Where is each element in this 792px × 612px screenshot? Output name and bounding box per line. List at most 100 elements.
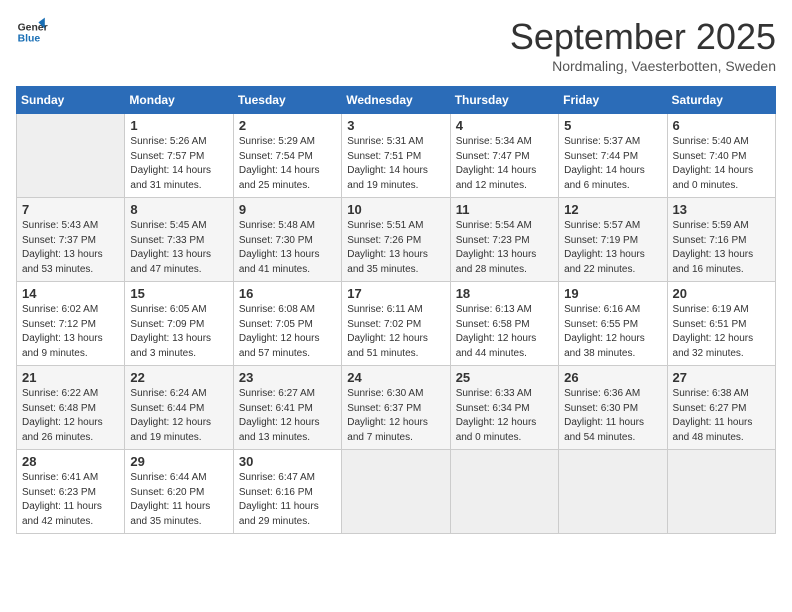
- day-number: 6: [673, 118, 770, 133]
- day-number: 17: [347, 286, 444, 301]
- weekday-header-tuesday: Tuesday: [233, 87, 341, 114]
- calendar-cell: 7 Sunrise: 5:43 AMSunset: 7:37 PMDaylight…: [17, 198, 125, 282]
- day-info: Sunrise: 5:54 AMSunset: 7:23 PMDaylight:…: [456, 219, 553, 277]
- calendar-cell: 29Sunrise: 6:44 AMSunset: 6:20 PMDayligh…: [125, 450, 233, 534]
- calendar-cell: 4Sunrise: 5:34 AMSunset: 7:47 PMDaylight…: [450, 114, 558, 198]
- logo-icon: General Blue: [16, 16, 48, 48]
- day-number: 26: [564, 370, 661, 385]
- day-number: 16: [239, 286, 336, 301]
- calendar-cell: 27Sunrise: 6:38 AMSunset: 6:27 PMDayligh…: [667, 366, 775, 450]
- day-number: 11: [456, 202, 553, 217]
- day-info: Sunrise: 6:27 AMSunset: 6:41 PMDaylight:…: [239, 387, 336, 445]
- day-info: Sunrise: 5:48 AMSunset: 7:30 PMDaylight:…: [239, 219, 336, 277]
- calendar-cell: [17, 114, 125, 198]
- day-number: 30: [239, 454, 336, 469]
- day-info: Sunrise: 5:59 AMSunset: 7:16 PMDaylight:…: [673, 219, 770, 277]
- day-info: Sunrise: 5:57 AMSunset: 7:19 PMDaylight:…: [564, 219, 661, 277]
- day-number: 7: [22, 202, 119, 217]
- calendar-cell: 28 Sunrise: 6:41 AMSunset: 6:23 PMDayligh…: [17, 450, 125, 534]
- day-number: 2: [239, 118, 336, 133]
- day-number: 15: [130, 286, 227, 301]
- day-number: 24: [347, 370, 444, 385]
- day-number: 8: [130, 202, 227, 217]
- weekday-header-monday: Monday: [125, 87, 233, 114]
- calendar-cell: 22 Sunrise: 6:24 AMSunset: 6:44 PMDayligh…: [125, 366, 233, 450]
- logo: General Blue: [16, 16, 48, 48]
- calendar-cell: 16 Sunrise: 6:08 AMSunset: 7:05 PMDayligh…: [233, 282, 341, 366]
- day-info: Sunrise: 5:29 AMSunset: 7:54 PMDaylight:…: [239, 135, 336, 193]
- calendar-cell: 9 Sunrise: 5:48 AMSunset: 7:30 PMDaylight…: [233, 198, 341, 282]
- calendar-cell: 25 Sunrise: 6:33 AMSunset: 6:34 PMDayligh…: [450, 366, 558, 450]
- calendar-table: SundayMondayTuesdayWednesdayThursdayFrid…: [16, 86, 776, 534]
- day-info: Sunrise: 5:43 AMSunset: 7:37 PMDaylight:…: [22, 219, 119, 277]
- calendar-cell: 1 Sunrise: 5:26 AMSunset: 7:57 PMDaylight…: [125, 114, 233, 198]
- svg-text:Blue: Blue: [18, 34, 41, 45]
- calendar-cell: 21 Sunrise: 6:22 AMSunset: 6:48 PMDayligh…: [17, 366, 125, 450]
- day-number: 10: [347, 202, 444, 217]
- calendar-title: September 2025: [510, 16, 776, 58]
- day-number: 1: [130, 118, 227, 133]
- day-info: Sunrise: 6:08 AMSunset: 7:05 PMDaylight:…: [239, 303, 336, 361]
- day-number: 25: [456, 370, 553, 385]
- calendar-cell: [342, 450, 450, 534]
- weekday-header-wednesday: Wednesday: [342, 87, 450, 114]
- day-number: 14: [22, 286, 119, 301]
- day-info: Sunrise: 6:02 AMSunset: 7:12 PMDaylight:…: [22, 303, 119, 361]
- weekday-header-sunday: Sunday: [17, 87, 125, 114]
- day-info: Sunrise: 6:41 AMSunset: 6:23 PMDaylight:…: [22, 471, 119, 529]
- calendar-week-row: 28 Sunrise: 6:41 AMSunset: 6:23 PMDayligh…: [17, 450, 776, 534]
- calendar-subtitle: Nordmaling, Vaesterbotten, Sweden: [510, 58, 776, 74]
- calendar-cell: 12 Sunrise: 5:57 AMSunset: 7:19 PMDayligh…: [559, 198, 667, 282]
- day-info: Sunrise: 6:19 AMSunset: 6:51 PMDaylight:…: [673, 303, 770, 361]
- calendar-cell: 24 Sunrise: 6:30 AMSunset: 6:37 PMDayligh…: [342, 366, 450, 450]
- day-info: Sunrise: 5:37 AMSunset: 7:44 PMDaylight:…: [564, 135, 661, 193]
- weekday-header-row: SundayMondayTuesdayWednesdayThursdayFrid…: [17, 87, 776, 114]
- day-info: Sunrise: 5:26 AMSunset: 7:57 PMDaylight:…: [130, 135, 227, 193]
- calendar-week-row: 21 Sunrise: 6:22 AMSunset: 6:48 PMDayligh…: [17, 366, 776, 450]
- day-info: Sunrise: 6:30 AMSunset: 6:37 PMDaylight:…: [347, 387, 444, 445]
- title-area: September 2025 Nordmaling, Vaesterbotten…: [510, 16, 776, 74]
- day-number: 20: [673, 286, 770, 301]
- day-info: Sunrise: 6:16 AMSunset: 6:55 PMDaylight:…: [564, 303, 661, 361]
- calendar-cell: 5 Sunrise: 5:37 AMSunset: 7:44 PMDaylight…: [559, 114, 667, 198]
- calendar-cell: 10 Sunrise: 5:51 AMSunset: 7:26 PMDayligh…: [342, 198, 450, 282]
- calendar-cell: 23 Sunrise: 6:27 AMSunset: 6:41 PMDayligh…: [233, 366, 341, 450]
- calendar-cell: 8 Sunrise: 5:45 AMSunset: 7:33 PMDaylight…: [125, 198, 233, 282]
- day-info: Sunrise: 6:33 AMSunset: 6:34 PMDaylight:…: [456, 387, 553, 445]
- day-number: 9: [239, 202, 336, 217]
- day-info: Sunrise: 5:31 AMSunset: 7:51 PMDaylight:…: [347, 135, 444, 193]
- day-number: 21: [22, 370, 119, 385]
- day-info: Sunrise: 6:47 AMSunset: 6:16 PMDaylight:…: [239, 471, 336, 529]
- day-number: 23: [239, 370, 336, 385]
- calendar-week-row: 1 Sunrise: 5:26 AMSunset: 7:57 PMDaylight…: [17, 114, 776, 198]
- day-number: 22: [130, 370, 227, 385]
- calendar-cell: 19 Sunrise: 6:16 AMSunset: 6:55 PMDayligh…: [559, 282, 667, 366]
- calendar-cell: 18Sunrise: 6:13 AMSunset: 6:58 PMDayligh…: [450, 282, 558, 366]
- day-info: Sunrise: 5:40 AMSunset: 7:40 PMDaylight:…: [673, 135, 770, 193]
- calendar-cell: 26 Sunrise: 6:36 AMSunset: 6:30 PMDayligh…: [559, 366, 667, 450]
- calendar-cell: 14 Sunrise: 6:02 AMSunset: 7:12 PMDayligh…: [17, 282, 125, 366]
- calendar-cell: 30 Sunrise: 6:47 AMSunset: 6:16 PMDayligh…: [233, 450, 341, 534]
- day-info: Sunrise: 6:05 AMSunset: 7:09 PMDaylight:…: [130, 303, 227, 361]
- day-number: 19: [564, 286, 661, 301]
- day-info: Sunrise: 6:22 AMSunset: 6:48 PMDaylight:…: [22, 387, 119, 445]
- calendar-cell: 15 Sunrise: 6:05 AMSunset: 7:09 PMDayligh…: [125, 282, 233, 366]
- calendar-cell: 2 Sunrise: 5:29 AMSunset: 7:54 PMDaylight…: [233, 114, 341, 198]
- day-info: Sunrise: 6:38 AMSunset: 6:27 PMDaylight:…: [673, 387, 770, 445]
- day-number: 29: [130, 454, 227, 469]
- day-info: Sunrise: 6:24 AMSunset: 6:44 PMDaylight:…: [130, 387, 227, 445]
- calendar-cell: [667, 450, 775, 534]
- day-number: 12: [564, 202, 661, 217]
- day-number: 4: [456, 118, 553, 133]
- day-number: 28: [22, 454, 119, 469]
- calendar-cell: 6 Sunrise: 5:40 AMSunset: 7:40 PMDaylight…: [667, 114, 775, 198]
- day-info: Sunrise: 5:45 AMSunset: 7:33 PMDaylight:…: [130, 219, 227, 277]
- day-info: Sunrise: 6:36 AMSunset: 6:30 PMDaylight:…: [564, 387, 661, 445]
- calendar-week-row: 7 Sunrise: 5:43 AMSunset: 7:37 PMDaylight…: [17, 198, 776, 282]
- day-info: Sunrise: 5:51 AMSunset: 7:26 PMDaylight:…: [347, 219, 444, 277]
- weekday-header-thursday: Thursday: [450, 87, 558, 114]
- calendar-week-row: 14 Sunrise: 6:02 AMSunset: 7:12 PMDayligh…: [17, 282, 776, 366]
- day-number: 5: [564, 118, 661, 133]
- calendar-cell: 13Sunrise: 5:59 AMSunset: 7:16 PMDayligh…: [667, 198, 775, 282]
- calendar-cell: [559, 450, 667, 534]
